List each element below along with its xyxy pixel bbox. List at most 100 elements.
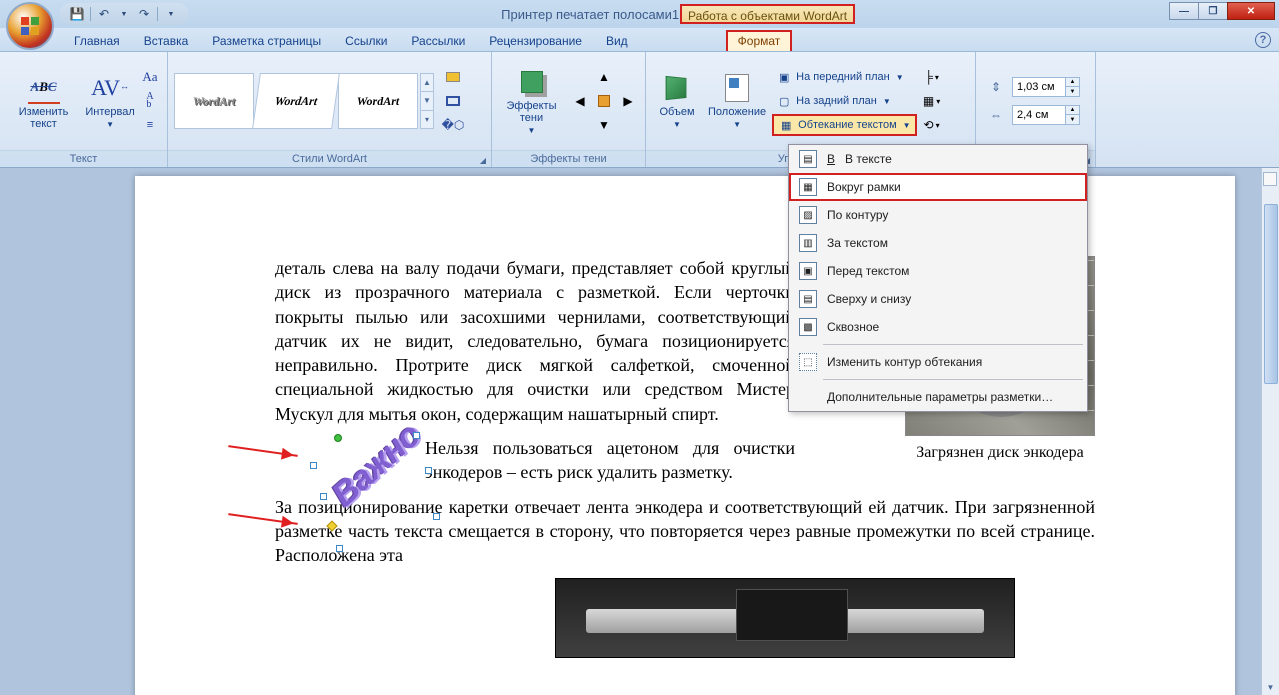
wordart-style-2[interactable]: WordArt xyxy=(252,73,340,129)
more-layout-options-item[interactable]: Дополнительные параметры разметки… xyxy=(789,383,1087,411)
send-to-back-button[interactable]: ▢На задний план▼ xyxy=(772,90,916,112)
save-icon[interactable]: 💾 xyxy=(68,5,86,23)
nudge-shadow-right-icon[interactable]: ▶ xyxy=(617,90,639,112)
edit-text-button[interactable]: ABC Изменить текст xyxy=(6,58,81,144)
wrap-through-item[interactable]: ▩Сквозное xyxy=(789,313,1087,341)
quick-access-toolbar: 💾 ↶ ▼ ↷ ▼ xyxy=(60,3,188,25)
shape-fill-icon[interactable] xyxy=(442,66,464,88)
wordart-object[interactable]: Важно xyxy=(310,438,440,548)
bring-to-front-button[interactable]: ▣На передний план▼ xyxy=(772,66,916,88)
wrap-icon: ▦ xyxy=(778,117,794,133)
ruler-toggle[interactable] xyxy=(1263,172,1277,186)
wrap-front-icon: ▣ xyxy=(799,262,817,280)
shape-outline-icon[interactable] xyxy=(442,90,464,112)
wordart-styles-gallery[interactable]: WordArt WordArt WordArt ▲▼▾ xyxy=(174,73,434,129)
wrap-inline-icon: ▤ xyxy=(799,150,817,168)
shadow-toggle-icon[interactable] xyxy=(593,90,615,112)
spin-up-icon[interactable]: ▲ xyxy=(1065,106,1079,115)
volume-button[interactable]: Объем▼ xyxy=(652,58,702,144)
rotate-button[interactable]: ⟲▾ xyxy=(921,114,943,136)
undo-icon[interactable]: ↶ xyxy=(95,5,113,23)
wrap-behind-icon: ▥ xyxy=(799,234,817,252)
wordart-style-1[interactable]: WordArt xyxy=(174,73,254,129)
vertical-text-icon[interactable]: Ab xyxy=(139,90,161,112)
width-spinner[interactable]: ▲▼ xyxy=(1012,105,1080,125)
scroll-down-icon[interactable]: ▼ xyxy=(1263,679,1279,695)
redo-icon[interactable]: ↷ xyxy=(135,5,153,23)
edit-text-icon: ABC xyxy=(28,72,60,104)
title-bar: 💾 ↶ ▼ ↷ ▼ Принтер печатает полосами1 - M… xyxy=(0,0,1279,28)
even-height-icon[interactable]: Aa xyxy=(139,66,161,88)
tab-references[interactable]: Ссылки xyxy=(333,30,399,51)
paragraph: Нельзя пользоваться ацетоном для очистки… xyxy=(425,436,795,485)
wrap-behind-item[interactable]: ▥За текстом xyxy=(789,229,1087,257)
image-caption: Загрязнен диск энкодера xyxy=(905,442,1095,464)
tab-mailings[interactable]: Рассылки xyxy=(399,30,477,51)
vertical-scrollbar[interactable]: ▲ ▼ xyxy=(1261,168,1279,695)
wrap-through-icon: ▩ xyxy=(799,318,817,336)
spin-down-icon[interactable]: ▼ xyxy=(1065,87,1079,96)
tab-insert[interactable]: Вставка xyxy=(132,30,201,51)
height-input[interactable] xyxy=(1013,81,1065,93)
tab-format[interactable]: Формат xyxy=(726,30,793,51)
resize-handle[interactable] xyxy=(336,545,343,552)
dialog-launcher-icon[interactable]: ◢ xyxy=(477,154,489,166)
change-shape-icon[interactable]: �⬡ xyxy=(442,114,464,136)
paragraph: деталь слева на валу подачи бумаги, пред… xyxy=(275,256,795,426)
resize-handle[interactable] xyxy=(310,462,317,469)
height-icon: ⇕ xyxy=(986,77,1006,97)
width-input[interactable] xyxy=(1013,109,1065,121)
height-spinner[interactable]: ▲▼ xyxy=(1012,77,1080,97)
width-icon: ⇔ xyxy=(986,105,1006,125)
office-button[interactable] xyxy=(6,2,54,50)
edit-wrap-points-item[interactable]: ⬚Изменить контур обтекания xyxy=(789,348,1087,376)
tab-view[interactable]: Вид xyxy=(594,30,640,51)
spacing-button[interactable]: AV↔ Интервал▼ xyxy=(85,58,135,144)
gallery-scroll[interactable]: ▲▼▾ xyxy=(420,73,434,129)
nudge-shadow-down-icon[interactable]: ▼ xyxy=(593,114,615,136)
tab-review[interactable]: Рецензирование xyxy=(477,30,594,51)
group-label-shadow: Эффекты тени xyxy=(492,150,645,167)
minimize-button[interactable]: — xyxy=(1169,2,1199,20)
position-button[interactable]: Положение▼ xyxy=(704,58,770,144)
text-wrapping-button[interactable]: ▦Обтекание текстом▼ xyxy=(772,114,916,136)
position-icon xyxy=(721,72,753,104)
tab-page-layout[interactable]: Разметка страницы xyxy=(200,30,333,51)
qat-customize-icon[interactable]: ▼ xyxy=(162,5,180,23)
wrap-tight-item[interactable]: ▨По контуру xyxy=(789,201,1087,229)
wrap-square-item[interactable]: ▦Вокруг рамки xyxy=(789,173,1087,201)
edit-points-icon: ⬚ xyxy=(799,353,817,371)
wrap-front-item[interactable]: ▣Перед текстом xyxy=(789,257,1087,285)
spacing-icon: AV↔ xyxy=(94,72,126,104)
nudge-shadow-left-icon[interactable]: ◀ xyxy=(569,90,591,112)
wrap-inline-item[interactable]: ▤В В тексте xyxy=(789,145,1087,173)
resize-handle[interactable] xyxy=(413,432,420,439)
rotation-handle[interactable] xyxy=(334,434,342,442)
align-button[interactable]: ╞▾ xyxy=(921,66,943,88)
help-icon[interactable]: ? xyxy=(1255,32,1271,48)
scrollbar-thumb[interactable] xyxy=(1264,204,1278,384)
spin-up-icon[interactable]: ▲ xyxy=(1065,78,1079,87)
group-label-text: Текст xyxy=(0,150,167,167)
wrap-square-icon: ▦ xyxy=(799,178,817,196)
wrap-tight-icon: ▨ xyxy=(799,206,817,224)
resize-handle[interactable] xyxy=(425,467,432,474)
tab-home[interactable]: Главная xyxy=(62,30,132,51)
wrap-topbottom-item[interactable]: ▤Сверху и снизу xyxy=(789,285,1087,313)
resize-handle[interactable] xyxy=(433,513,440,520)
group-label-styles: Стили WordArt◢ xyxy=(168,150,491,167)
spin-down-icon[interactable]: ▼ xyxy=(1065,115,1079,124)
resize-handle[interactable] xyxy=(320,493,327,500)
ribbon-tabs: Главная Вставка Разметка страницы Ссылки… xyxy=(0,28,1279,52)
align-text-icon[interactable]: ≡ xyxy=(139,114,161,136)
group-button[interactable]: ▦▾ xyxy=(921,90,943,112)
wordart-style-3[interactable]: WordArt xyxy=(338,73,418,129)
embedded-image-printer[interactable] xyxy=(555,578,1015,658)
close-button[interactable]: ✕ xyxy=(1227,2,1275,20)
shadow-effects-button[interactable]: Эффекты тени▼ xyxy=(498,58,565,144)
text-wrapping-menu: ▤В В тексте ▦Вокруг рамки ▨По контуру ▥З… xyxy=(788,144,1088,412)
restore-button[interactable]: ❐ xyxy=(1198,2,1228,20)
adjustment-handle[interactable] xyxy=(326,520,337,531)
nudge-shadow-up-icon[interactable]: ▲ xyxy=(593,66,615,88)
undo-dropdown-icon[interactable]: ▼ xyxy=(115,5,133,23)
